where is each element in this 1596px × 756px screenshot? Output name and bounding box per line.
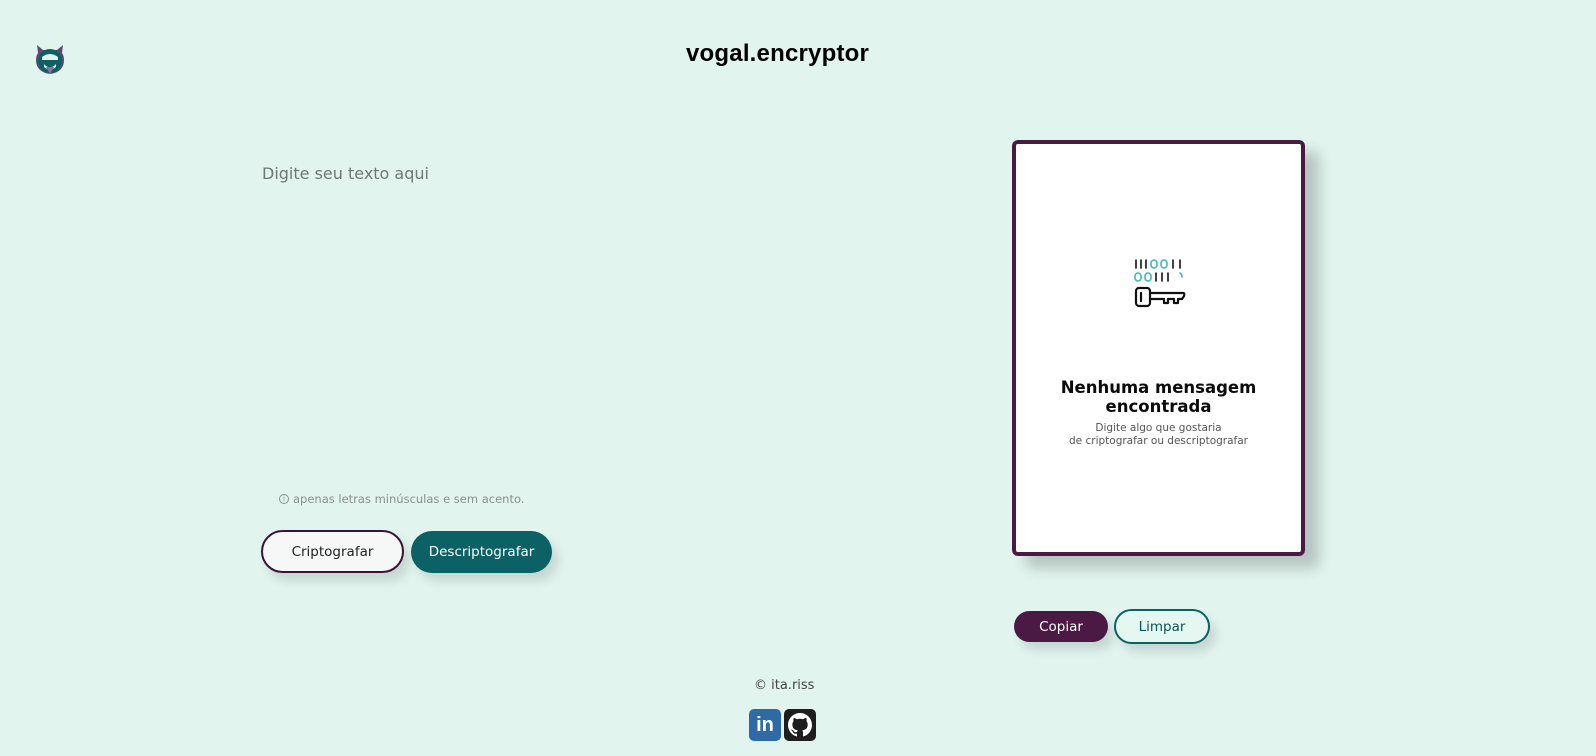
alura-logo-icon[interactable] [33,41,67,77]
encrypt-button[interactable]: Criptografar [261,530,404,573]
page: vogal.encryptor i apenas letras minúscul… [0,0,1596,756]
copyright-text: © ita.riss [754,678,815,693]
hint-text: apenas letras minúsculas e sem acento. [293,492,525,506]
linkedin-icon[interactable]: in [749,709,781,741]
copy-button[interactable]: Copiar [1014,611,1108,642]
output-card: Nenhuma mensagem encontrada Digite algo … [1012,140,1305,556]
github-icon[interactable] [784,709,816,741]
page-title: vogal.encryptor [686,40,870,67]
text-input[interactable] [258,160,898,470]
clear-button[interactable]: Limpar [1114,609,1210,644]
binary-key-icon [1134,258,1186,310]
info-icon: i [279,494,289,504]
empty-state-subtitle-line2: de criptografar ou descriptografar [1069,435,1248,447]
empty-state-subtitle-line1: Digite algo que gostaria [1095,422,1222,434]
social-links: in [749,709,816,741]
empty-state-title: Nenhuma mensagem encontrada [1060,378,1257,416]
input-hint: i apenas letras minúsculas e sem acento. [279,492,524,506]
linkedin-label: in [756,713,774,736]
decrypt-button[interactable]: Descriptografar [411,531,552,573]
empty-state-subtitle: Digite algo que gostaria de criptografar… [1016,422,1301,448]
